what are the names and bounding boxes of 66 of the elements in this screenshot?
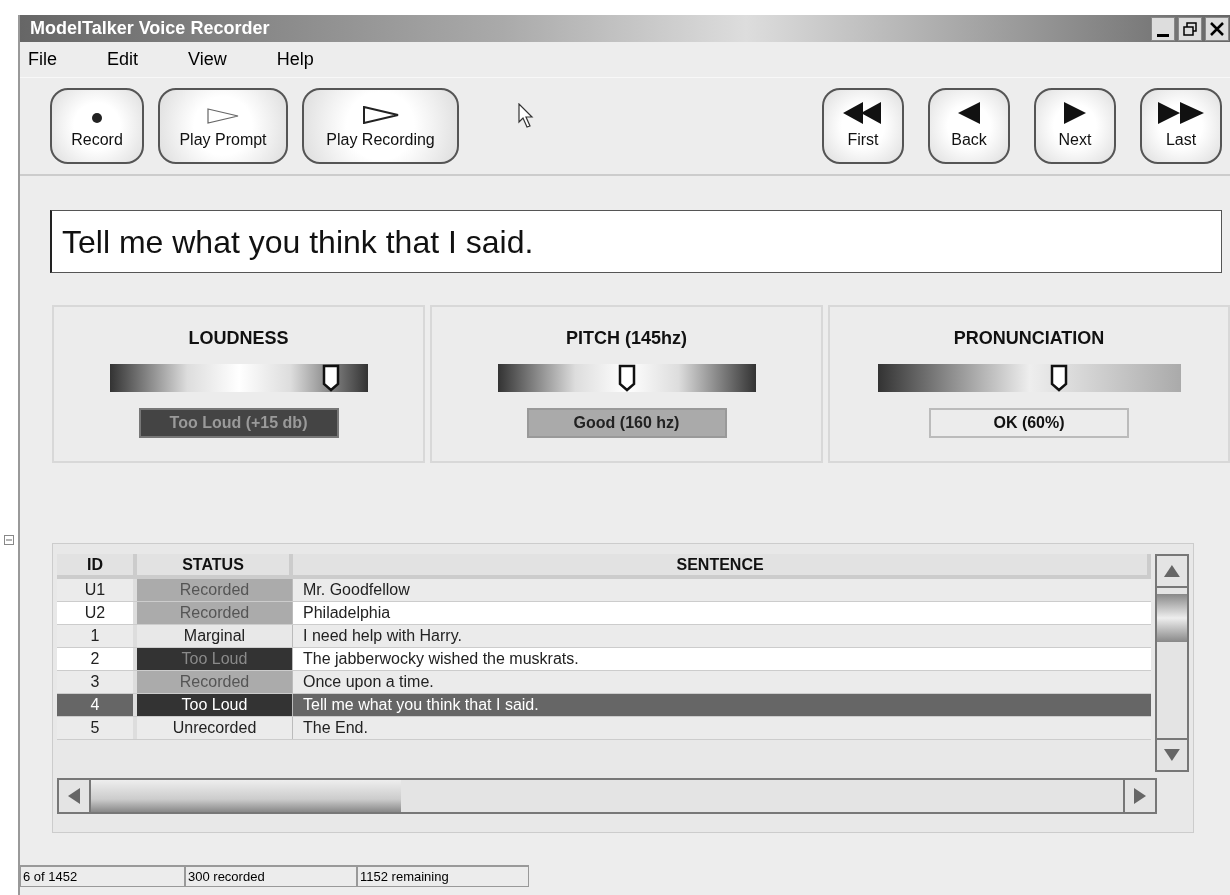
scroll-thumb[interactable] (1157, 594, 1187, 642)
status-field: 6 of 1452 (20, 865, 185, 887)
meter-reading: Good (160 hz) (526, 408, 727, 438)
toolbar-button[interactable]: Last (1140, 88, 1222, 164)
table-row[interactable]: U2 Recorded Philadelphia (57, 602, 1152, 625)
toolbar-button[interactable]: First (822, 88, 904, 164)
status-cell: Too Loud (137, 694, 293, 716)
play-outline-icon (207, 108, 239, 124)
restore-button[interactable] (1178, 16, 1202, 41)
sentence-cell-text: Philadelphia (302, 603, 392, 623)
status-cell: Too Loud (137, 648, 293, 670)
table-row[interactable]: U1 Recorded Mr. Goodfellow (57, 579, 1152, 602)
column-header[interactable]: STATUS (137, 554, 293, 579)
status-cell: Recorded (137, 671, 293, 693)
column-header[interactable]: SENTENCE (293, 554, 1152, 579)
status-cell: Recorded (137, 602, 293, 624)
toolbar-button[interactable]: Play Recording (302, 88, 459, 164)
play-outline-icon (362, 106, 399, 124)
collapse-icon (4, 535, 14, 545)
sentence-cell-text: Tell me what you think that I said. (302, 695, 540, 715)
menu-item[interactable]: Edit (107, 46, 139, 73)
slider-thumb[interactable] (322, 364, 341, 392)
menu-item[interactable]: Help (276, 46, 314, 73)
meter-title: PRONUNCIATION (953, 327, 1105, 350)
meter-title: LOUDNESS (188, 327, 289, 350)
right-triangle-icon (1064, 102, 1086, 124)
meter-reading: Too Loud (+15 db) (138, 408, 339, 438)
meter-reading: OK (60%) (929, 408, 1129, 438)
vertical-scrollbar[interactable] (1155, 554, 1189, 772)
restore-icon (1183, 21, 1197, 36)
toolbar-button[interactable]: Next (1034, 88, 1116, 164)
meter-title: PITCH (145hz) (566, 327, 687, 350)
status-cell: Recorded (137, 579, 293, 601)
fast-forward-icon (1158, 102, 1204, 124)
slider-thumb[interactable] (1050, 364, 1069, 392)
scroll-thumb[interactable] (91, 780, 401, 812)
sentence-cell-text: I need help with Harry. (302, 626, 463, 646)
record-dot-icon (91, 112, 103, 124)
toolbar-button[interactable]: Play Prompt (158, 88, 288, 164)
window-title: ModelTalker Voice Recorder (29, 17, 270, 40)
minimize-button[interactable] (1151, 16, 1175, 41)
left-triangle-icon (958, 102, 980, 124)
slider-thumb[interactable] (617, 364, 636, 392)
table-row[interactable]: 2 Too Loud The jabberwocky wished the muskrats. (57, 648, 1152, 671)
sentence-cell-text: The jabberwocky wished the muskrats. (302, 649, 580, 669)
close-button[interactable] (1205, 16, 1229, 41)
menu-item[interactable]: View (188, 46, 227, 73)
sentence-cell-text: Once upon a time. (302, 672, 435, 692)
status-field: 1152 remaining (357, 865, 529, 887)
close-icon (1210, 21, 1224, 36)
menu-item[interactable]: File (28, 46, 57, 73)
toolbar-button[interactable]: Record (50, 88, 144, 164)
table-row[interactable]: 4 Too Loud Tell me what you think that I said. (57, 694, 1152, 717)
mouse-pointer-icon (518, 103, 534, 129)
horizontal-scrollbar[interactable] (57, 778, 1157, 814)
table-row[interactable]: 1 Marginal I need help with Harry. (57, 625, 1152, 648)
status-field: 300 recorded (185, 865, 357, 887)
sentence-cell-text: The End. (302, 718, 369, 738)
sentence-cell-text: Mr. Goodfellow (302, 580, 411, 600)
table-row[interactable]: 3 Recorded Once upon a time. (57, 671, 1152, 694)
table-row[interactable]: 5 Unrecorded The End. (57, 717, 1152, 740)
prompt-display: Tell me what you think that I said. (50, 210, 1222, 273)
column-header[interactable]: ID (57, 554, 137, 579)
rewind-icon (843, 102, 883, 124)
toolbar-button[interactable]: Back (928, 88, 1010, 164)
minimize-icon (1157, 33, 1169, 37)
